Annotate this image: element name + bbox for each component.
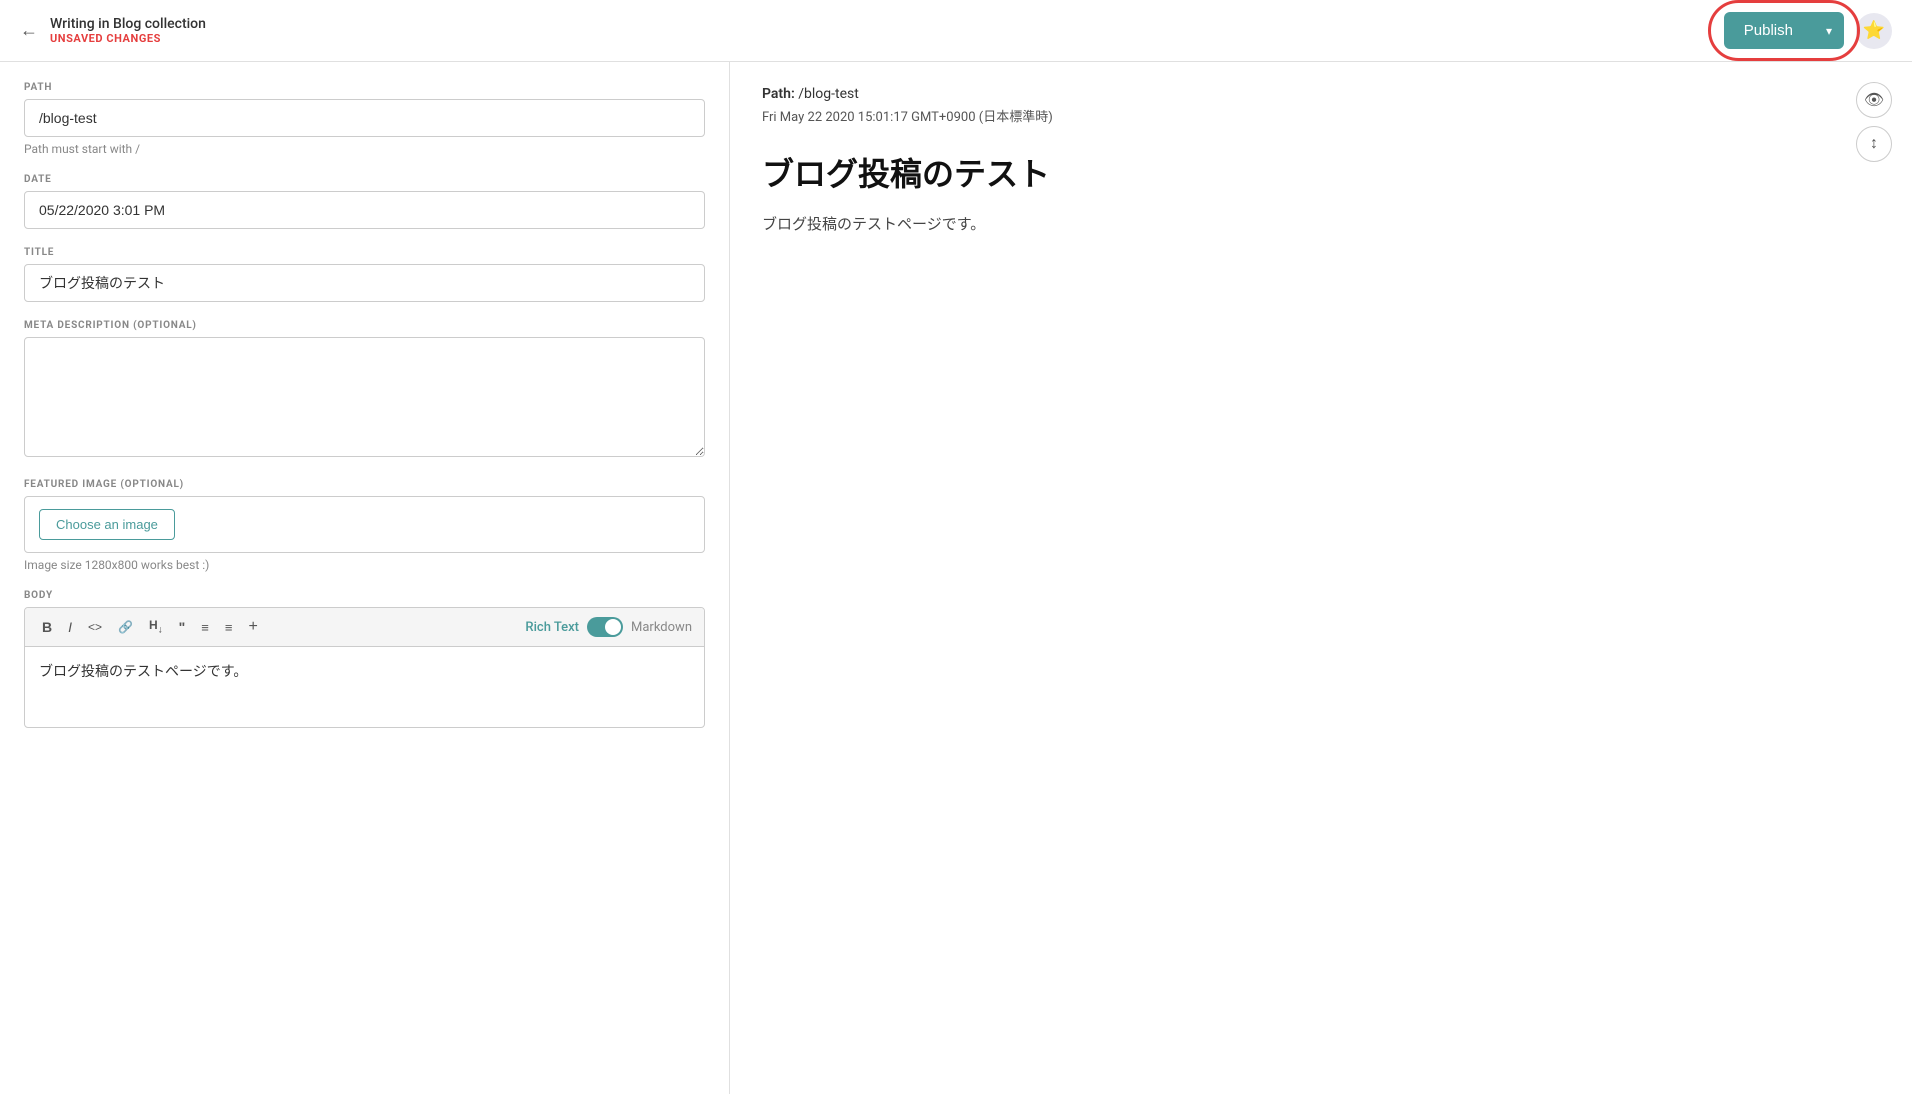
link-button[interactable]: 🔗: [113, 618, 138, 636]
preview-path-label: Path:: [762, 86, 795, 102]
code-button[interactable]: <>: [83, 618, 107, 636]
path-field-group: PATH Path must start with /: [24, 82, 705, 156]
toolbar-left: B I <> 🔗 H↓ " ≡ ≡ +: [37, 616, 263, 638]
preview-title: ブログ投稿のテスト: [762, 149, 1880, 195]
editor-mode-toggle[interactable]: [587, 617, 623, 637]
arrows-icon: ↕: [1870, 135, 1878, 153]
ordered-list-button[interactable]: ≡: [220, 618, 238, 637]
move-button[interactable]: ↕: [1856, 126, 1892, 162]
right-panel: Path: /blog-test Fri May 22 2020 15:01:1…: [730, 62, 1912, 1094]
date-input[interactable]: [24, 191, 705, 229]
app-header: ← Writing in Blog collection UNSAVED CHA…: [0, 0, 1912, 62]
right-floaters: 👁 ↕: [1856, 82, 1892, 162]
toggle-knob: [605, 619, 621, 635]
featured-image-label: FEATURED IMAGE (OPTIONAL): [24, 479, 705, 490]
body-label: BODY: [24, 590, 705, 601]
date-label: DATE: [24, 174, 705, 185]
eye-icon: 👁: [1864, 90, 1884, 110]
image-hint: Image size 1280x800 works best :): [24, 558, 705, 572]
path-input[interactable]: [24, 99, 705, 137]
publish-button-label: Publish: [1724, 12, 1813, 49]
date-field-group: DATE: [24, 174, 705, 229]
bullet-list-button[interactable]: ≡: [196, 618, 214, 637]
preview-path: Path: /blog-test: [762, 86, 1880, 102]
preview-date: Fri May 22 2020 15:01:17 GMT+0900 (日本標準時…: [762, 106, 1880, 125]
italic-button[interactable]: I: [63, 617, 77, 637]
preview-path-value: /blog-test: [798, 86, 859, 102]
body-editor: B I <> 🔗 H↓ " ≡ ≡ + Rich Text: [24, 607, 705, 728]
avatar-icon: ⭐: [1863, 20, 1885, 41]
publish-container: Publish ▾: [1724, 12, 1844, 49]
featured-image-box: Choose an image: [24, 496, 705, 553]
rich-text-label: Rich Text: [525, 620, 579, 635]
title-field-group: TITLE: [24, 247, 705, 302]
publish-dropdown-arrow[interactable]: ▾: [1814, 14, 1844, 48]
meta-label: META DESCRIPTION (OPTIONAL): [24, 320, 705, 331]
title-input[interactable]: [24, 264, 705, 302]
bold-button[interactable]: B: [37, 617, 57, 637]
avatar-button[interactable]: ⭐: [1856, 13, 1892, 49]
toolbar-right: Rich Text Markdown: [525, 617, 692, 637]
body-field-group: BODY B I <> 🔗 H↓ " ≡ ≡ + Rich: [24, 590, 705, 728]
featured-image-field-group: FEATURED IMAGE (OPTIONAL) Choose an imag…: [24, 479, 705, 572]
title-label: TITLE: [24, 247, 705, 258]
back-button[interactable]: ←: [20, 20, 38, 41]
preview-eye-button[interactable]: 👁: [1856, 82, 1892, 118]
left-panel: PATH Path must start with / DATE TITLE M…: [0, 62, 730, 1094]
heading-button[interactable]: H↓: [144, 616, 168, 637]
header-right: Publish ▾ ⭐: [1724, 12, 1892, 49]
path-label: PATH: [24, 82, 705, 93]
quote-button[interactable]: ": [174, 617, 191, 637]
header-left: ← Writing in Blog collection UNSAVED CHA…: [20, 16, 206, 45]
meta-textarea[interactable]: [24, 337, 705, 457]
breadcrumb: Writing in Blog collection: [50, 16, 206, 32]
publish-button[interactable]: Publish ▾: [1724, 12, 1844, 49]
markdown-label: Markdown: [631, 620, 692, 635]
plus-button[interactable]: +: [243, 616, 262, 638]
editor-toolbar: B I <> 🔗 H↓ " ≡ ≡ + Rich Text: [25, 608, 704, 647]
main-layout: PATH Path must start with / DATE TITLE M…: [0, 62, 1912, 1094]
meta-field-group: META DESCRIPTION (OPTIONAL): [24, 320, 705, 461]
choose-image-button[interactable]: Choose an image: [39, 509, 175, 540]
preview-body: ブログ投稿のテストページです。: [762, 213, 1880, 234]
header-title: Writing in Blog collection UNSAVED CHANG…: [50, 16, 206, 45]
editor-content[interactable]: ブログ投稿のテストページです。: [25, 647, 704, 727]
unsaved-changes-badge: UNSAVED CHANGES: [50, 32, 206, 45]
path-hint: Path must start with /: [24, 142, 705, 156]
